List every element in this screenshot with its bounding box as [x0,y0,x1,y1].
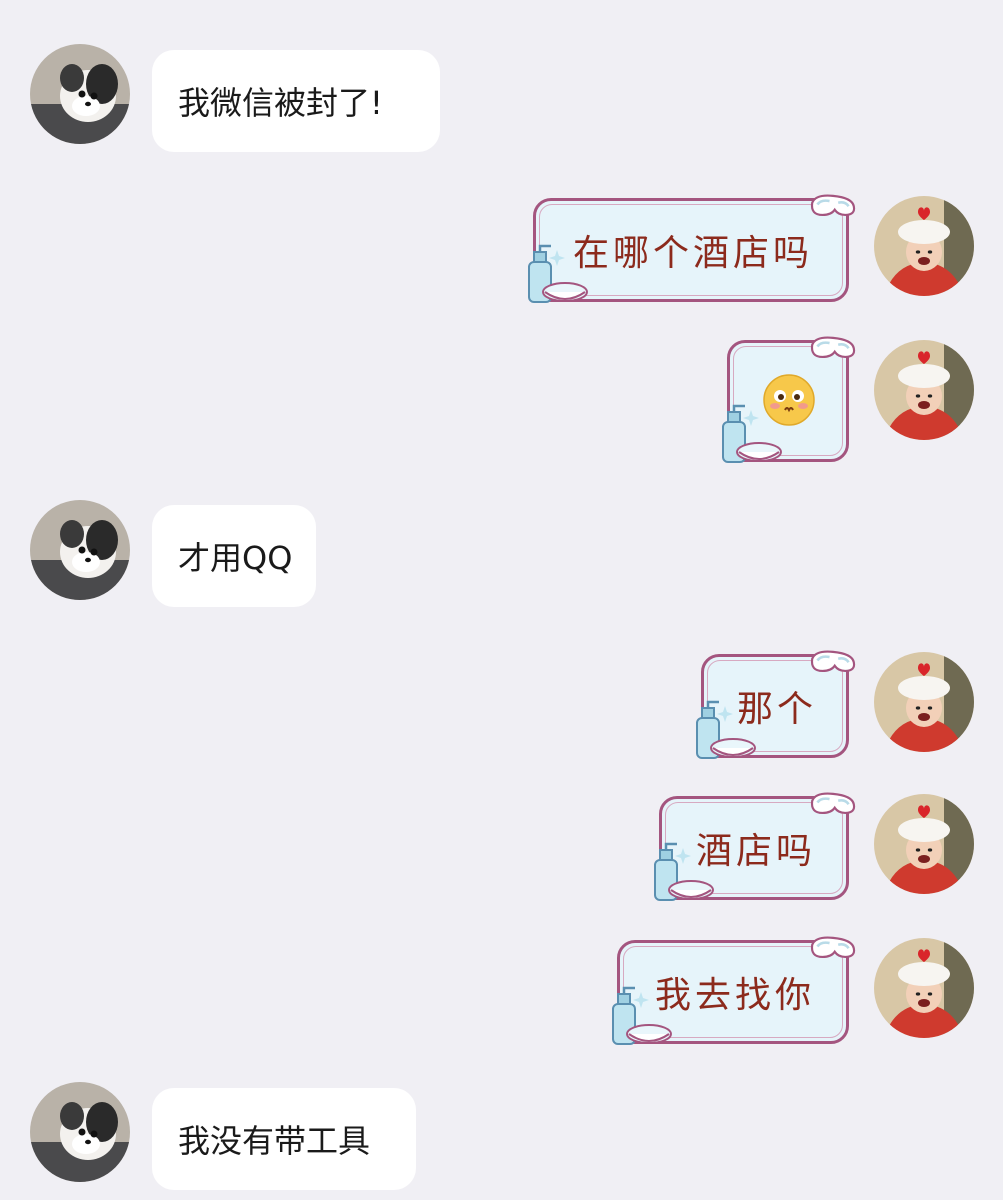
my-avatar[interactable] [874,938,974,1038]
shy-face-emoji-icon [763,374,815,426]
girl-avatar-image [874,196,974,296]
goggles-icon [807,332,859,368]
girl-avatar-image [874,340,974,440]
message-text: 酒店吗 [695,831,816,872]
message-text: 在哪个酒店吗 [572,233,813,274]
contact-avatar[interactable] [30,44,130,144]
incoming-message-bubble[interactable]: 我没有带工具 [152,1088,416,1190]
message-text: 我微信被封了! [178,84,383,122]
girl-avatar-image [874,794,974,894]
message-text: 才用QQ [178,539,293,577]
my-avatar[interactable] [874,794,974,894]
message-text: 那个 [736,689,817,730]
girl-avatar-image [874,652,974,752]
outgoing-message-bubble[interactable]: 酒店吗 [659,796,849,900]
incoming-message-bubble[interactable]: 才用QQ [152,505,316,607]
outgoing-message-bubble[interactable]: 我去找你 [617,940,849,1044]
incoming-message-bubble[interactable]: 我微信被封了! [152,50,440,152]
dog-avatar-image [30,500,130,600]
outgoing-message-bubble[interactable]: 在哪个酒店吗 [533,198,849,302]
message-text: 我没有带工具 [178,1122,371,1160]
outgoing-message-bubble[interactable]: 那个 [701,654,849,758]
dog-avatar-image [30,1082,130,1182]
outgoing-message-bubble[interactable] [727,340,849,462]
dog-avatar-image [30,44,130,144]
my-avatar[interactable] [874,340,974,440]
my-avatar[interactable] [874,196,974,296]
contact-avatar[interactable] [30,500,130,600]
girl-avatar-image [874,938,974,1038]
my-avatar[interactable] [874,652,974,752]
contact-avatar[interactable] [30,1082,130,1182]
chat-screen: { "conversation": { "messages": [ {"side… [0,0,1003,1200]
message-text: 我去找你 [654,975,815,1016]
